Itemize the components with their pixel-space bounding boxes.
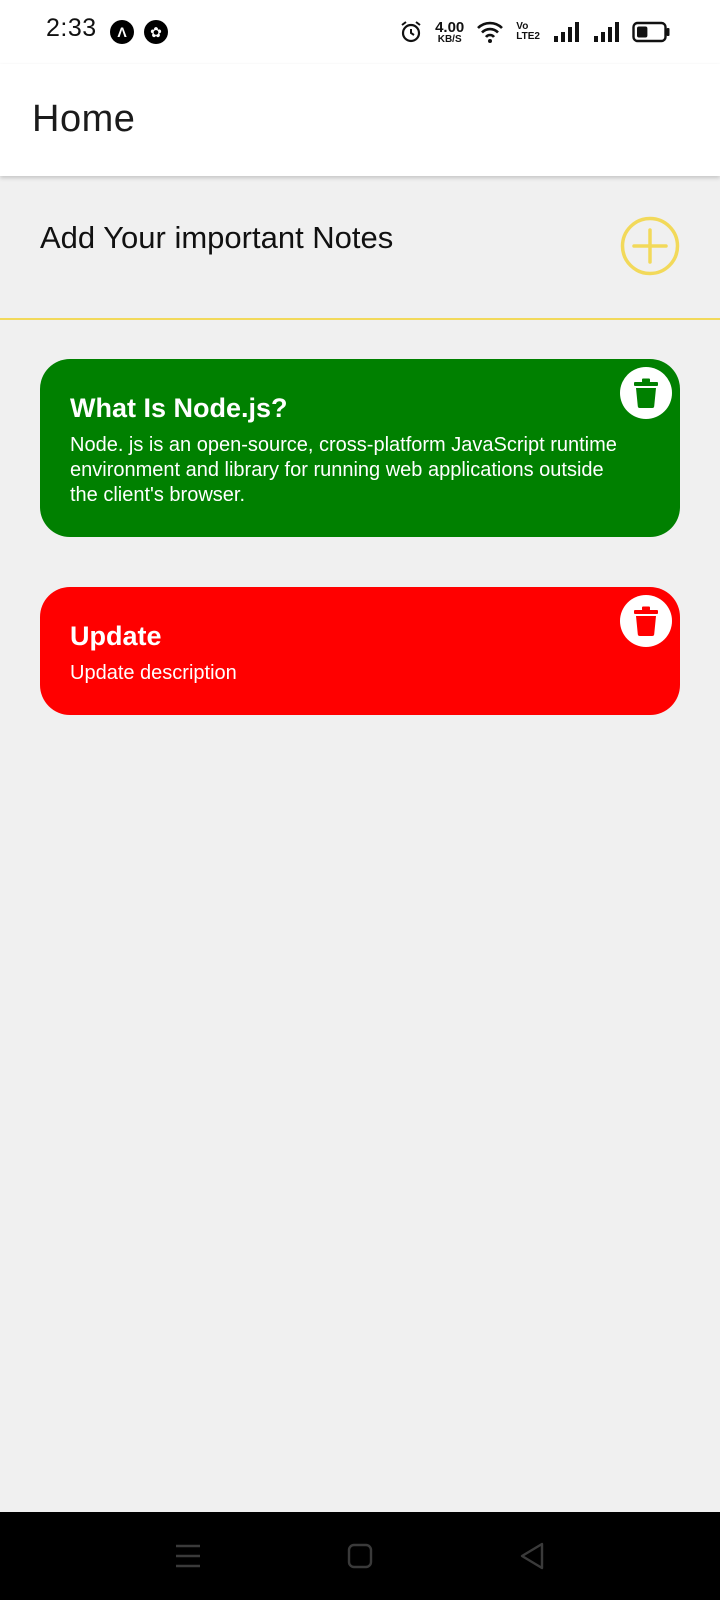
trash-icon <box>634 378 658 408</box>
note-title: What Is Node.js? <box>70 393 288 423</box>
home-button[interactable] <box>338 1534 382 1578</box>
add-note-button[interactable] <box>620 216 680 276</box>
note-description: Update description <box>70 662 237 684</box>
volte-bottom-label: LTE2 <box>516 31 540 42</box>
signal-icon <box>554 22 579 42</box>
network-speed: 4.00 KB/S <box>435 20 464 45</box>
network-speed-value: 4.00 <box>435 18 465 36</box>
battery-icon <box>632 21 670 43</box>
home-icon <box>347 1543 373 1569</box>
volte-indicator: Vo LTE2 <box>516 22 540 42</box>
app-bar: Home <box>0 64 720 176</box>
trash-icon <box>634 606 658 636</box>
plus-circle-icon <box>620 216 680 276</box>
note-description: Node. js is an open-source, cross-platfo… <box>70 434 617 506</box>
status-bar: 2:33 Λ ✿ 4.00 KB/S Vo LTE2 <box>0 0 720 64</box>
system-navigation-bar <box>0 1512 720 1600</box>
add-notes-label: Add Your important Notes <box>40 220 394 255</box>
status-time: 2:33 <box>46 14 97 42</box>
battery-level <box>637 26 648 38</box>
delete-note-button[interactable] <box>620 595 672 647</box>
alarm-icon <box>401 21 421 43</box>
network-speed-unit: KB/S <box>437 33 462 45</box>
note-card[interactable]: What Is Node.js? Node. js is an open-sou… <box>40 359 680 537</box>
signal-icon <box>594 22 619 42</box>
back-icon <box>520 1542 544 1570</box>
notification-app-icon: Λ <box>110 20 134 44</box>
wifi-icon <box>477 21 504 43</box>
recent-apps-button[interactable] <box>166 1534 210 1578</box>
add-notes-section: Add Your important Notes <box>0 176 720 320</box>
notification-app-icon: ✿ <box>144 20 168 44</box>
page-title: Home <box>32 98 136 140</box>
note-title: Update <box>70 621 162 651</box>
status-icons: 4.00 KB/S Vo LTE2 <box>399 16 670 48</box>
delete-note-button[interactable] <box>620 367 672 419</box>
menu-icon <box>176 1544 200 1568</box>
note-card[interactable]: Update Update description <box>40 587 680 715</box>
back-button[interactable] <box>510 1534 554 1578</box>
